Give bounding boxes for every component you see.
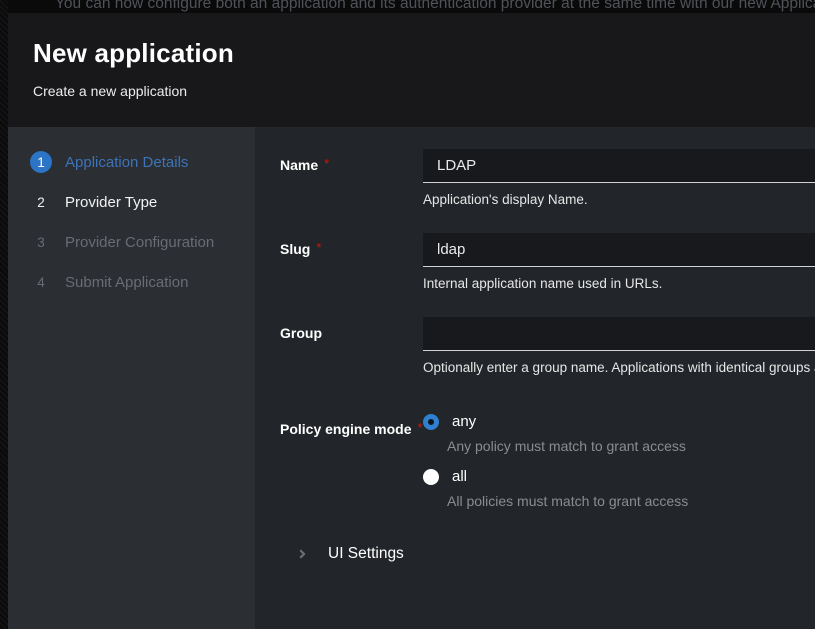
name-control-col: Application's display Name.	[423, 149, 815, 207]
form-field-name: Name * Application's display Name.	[280, 149, 815, 207]
banner-announcement: You can now configure both an applicatio…	[55, 0, 815, 13]
step-number-badge: 3	[30, 231, 52, 253]
wizard-step-provider-configuration[interactable]: 3 Provider Configuration	[8, 222, 255, 262]
name-input[interactable]	[423, 149, 815, 183]
new-application-modal: New application Create a new application…	[8, 13, 815, 629]
form-field-policy-engine-mode: Policy engine mode * any Any policy must …	[280, 413, 815, 509]
step-label: Submit Application	[65, 274, 188, 291]
ui-settings-expander[interactable]: UI Settings	[280, 545, 815, 563]
radio-any[interactable]	[423, 414, 439, 430]
policy-engine-mode-label: Policy engine mode	[280, 421, 411, 437]
slug-input[interactable]	[423, 233, 815, 267]
step-label: Provider Configuration	[65, 234, 214, 251]
radio-all-label[interactable]: all	[452, 468, 467, 485]
name-label-col: Name *	[280, 149, 423, 207]
name-help-text: Application's display Name.	[423, 192, 815, 207]
policy-engine-mode-options: any Any policy must match to grant acces…	[423, 413, 815, 509]
group-control-col: Optionally enter a group name. Applicati…	[423, 317, 815, 375]
name-label: Name	[280, 157, 318, 173]
group-input[interactable]	[423, 317, 815, 351]
step-number-badge: 1	[30, 151, 52, 173]
form-field-group: Group Optionally enter a group name. App…	[280, 317, 815, 375]
group-label-col: Group	[280, 317, 423, 375]
modal-subtitle: Create a new application	[33, 83, 790, 99]
slug-control-col: Internal application name used in URLs.	[423, 233, 815, 291]
wizard-step-nav: 1 Application Details 2 Provider Type 3 …	[8, 127, 255, 629]
modal-title: New application	[33, 38, 790, 69]
group-help-text: Optionally enter a group name. Applicati…	[423, 360, 815, 375]
wizard-step-provider-type[interactable]: 2 Provider Type	[8, 182, 255, 222]
radio-all-description: All policies must match to grant access	[447, 493, 815, 509]
step-label: Provider Type	[65, 194, 157, 211]
radio-option-all: all	[423, 468, 815, 485]
required-asterisk: *	[324, 156, 329, 171]
required-asterisk: *	[417, 420, 422, 435]
ui-settings-label: UI Settings	[328, 545, 404, 563]
form-field-slug: Slug * Internal application name used in …	[280, 233, 815, 291]
radio-all[interactable]	[423, 469, 439, 485]
slug-label-col: Slug *	[280, 233, 423, 291]
wizard-step-submit-application[interactable]: 4 Submit Application	[8, 262, 255, 302]
application-details-form: Name * Application's display Name. Slug * …	[255, 127, 815, 629]
chevron-right-icon	[297, 547, 308, 561]
radio-any-description: Any policy must match to grant access	[447, 438, 815, 454]
slug-help-text: Internal application name used in URLs.	[423, 276, 815, 291]
step-label: Application Details	[65, 154, 188, 171]
policy-engine-mode-label-col: Policy engine mode *	[280, 413, 423, 509]
step-number-badge: 2	[30, 191, 52, 213]
backdrop-strip	[0, 0, 8, 629]
radio-option-any: any	[423, 413, 815, 430]
slug-label: Slug	[280, 241, 310, 257]
wizard-body: 1 Application Details 2 Provider Type 3 …	[8, 127, 815, 629]
required-asterisk: *	[316, 240, 321, 255]
wizard-step-application-details[interactable]: 1 Application Details	[8, 142, 255, 182]
modal-header: New application Create a new application	[8, 13, 815, 127]
radio-any-label[interactable]: any	[452, 413, 476, 430]
group-label: Group	[280, 325, 322, 341]
step-number-badge: 4	[30, 271, 52, 293]
